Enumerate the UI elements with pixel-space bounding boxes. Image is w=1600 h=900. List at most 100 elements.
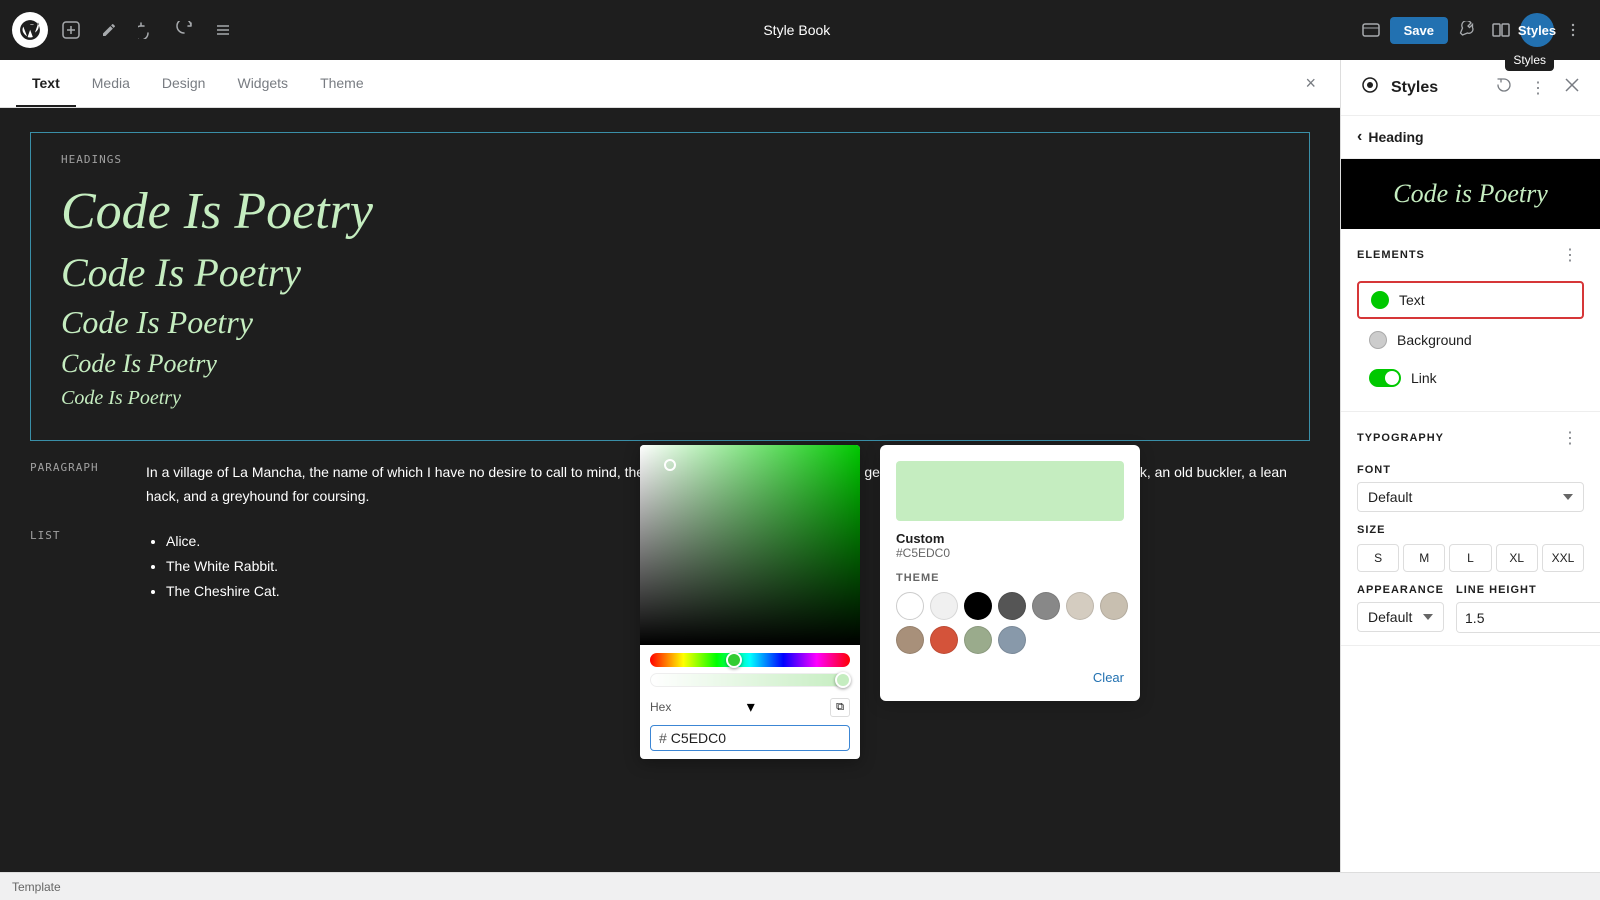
typography-more-button[interactable]: ⋮ <box>1556 424 1584 452</box>
color-gradient[interactable] <box>640 445 860 645</box>
tools-button[interactable] <box>1452 15 1482 45</box>
tab-close-button[interactable]: × <box>1297 69 1324 98</box>
list-item-1: Alice. <box>166 529 280 554</box>
list-items: Alice. The White Rabbit. The Cheshire Ca… <box>146 529 280 605</box>
main-area: Text Media Design Widgets Theme × HEADIN… <box>0 60 1600 872</box>
editor-area: Text Media Design Widgets Theme × HEADIN… <box>0 60 1340 872</box>
styles-preview-button[interactable] <box>1357 72 1383 103</box>
link-element-item[interactable]: Link <box>1357 361 1584 395</box>
tab-theme[interactable]: Theme <box>304 60 380 107</box>
back-label: Heading <box>1368 129 1423 145</box>
size-xl-button[interactable]: XL <box>1496 544 1538 572</box>
background-element-label: Background <box>1397 332 1572 348</box>
heading-preview: Code is Poetry <box>1341 159 1600 229</box>
list-view-button[interactable] <box>208 15 238 45</box>
swatch-warm-gray[interactable] <box>1100 592 1128 620</box>
panel-header: Styles ⋮ <box>1341 60 1600 116</box>
elements-section-title: ELEMENTS <box>1357 249 1425 261</box>
alpha-slider[interactable] <box>650 673 850 687</box>
picker-format-row: Hex ▾ ⧉ <box>650 693 850 721</box>
swatch-light-tan[interactable] <box>1066 592 1094 620</box>
more-options-button[interactable] <box>1558 15 1588 45</box>
swatch-dark-gray[interactable] <box>998 592 1026 620</box>
size-s-button[interactable]: S <box>1357 544 1399 572</box>
elements-section: ELEMENTS ⋮ Text Background Link <box>1341 229 1600 412</box>
elements-section-header: ELEMENTS ⋮ <box>1357 241 1584 269</box>
topbar-right: Save Styles Styles <box>1356 13 1588 47</box>
line-height-field: LINE HEIGHT + − <box>1456 584 1600 633</box>
theme-clear-row: Clear <box>896 670 1124 685</box>
styles-button[interactable]: Styles <box>1520 13 1554 47</box>
theme-clear-button[interactable]: Clear <box>1093 670 1124 685</box>
appearance-select[interactable]: Default <box>1357 602 1444 632</box>
picker-format-label: Hex <box>650 700 671 714</box>
status-bar: Template <box>0 872 1600 900</box>
line-height-label: LINE HEIGHT <box>1456 584 1600 596</box>
panel-close-button[interactable] <box>1560 73 1584 102</box>
tab-media[interactable]: Media <box>76 60 146 107</box>
line-height-input[interactable] <box>1457 604 1600 632</box>
theme-preview-bar <box>896 461 1124 521</box>
link-element-label: Link <box>1411 370 1572 386</box>
edit-icon-button[interactable] <box>94 15 124 45</box>
headings-label: HEADINGS <box>61 153 1279 166</box>
tab-design[interactable]: Design <box>146 60 222 107</box>
heading-2: Code Is Poetry <box>61 249 1279 296</box>
save-button[interactable]: Save <box>1390 17 1448 44</box>
color-gradient-cursor <box>664 459 676 471</box>
tab-text[interactable]: Text <box>16 60 76 107</box>
size-m-button[interactable]: M <box>1403 544 1445 572</box>
swatch-red-orange[interactable] <box>930 626 958 654</box>
theme-section-title: THEME <box>896 572 1124 584</box>
layout-button[interactable] <box>1356 15 1386 45</box>
alpha-cursor <box>835 672 851 688</box>
swatch-light-gray[interactable] <box>930 592 958 620</box>
tab-widgets[interactable]: Widgets <box>221 60 304 107</box>
background-element-dot <box>1369 331 1387 349</box>
list-label: LIST <box>30 529 130 542</box>
tabs-bar: Text Media Design Widgets Theme × <box>0 60 1340 108</box>
swatch-white[interactable] <box>896 592 924 620</box>
swatch-sage[interactable] <box>964 626 992 654</box>
font-label: FONT <box>1357 464 1584 476</box>
heading-preview-text: Code is Poetry <box>1393 179 1548 209</box>
chevron-left-icon: ‹ <box>1357 128 1362 146</box>
size-l-button[interactable]: L <box>1449 544 1491 572</box>
hue-slider[interactable] <box>650 653 850 667</box>
background-element-item[interactable]: Background <box>1357 323 1584 357</box>
swatch-gray-blue[interactable] <box>998 626 1026 654</box>
hex-input-row[interactable]: # <box>650 725 850 751</box>
panel-more-button[interactable]: ⋮ <box>1524 74 1552 102</box>
size-buttons: S M L XL XXL <box>1357 544 1584 572</box>
elements-more-button[interactable]: ⋮ <box>1556 241 1584 269</box>
swatch-tan[interactable] <box>896 626 924 654</box>
text-element-dot <box>1371 291 1389 309</box>
picker-format-chevron: ▾ <box>747 697 755 717</box>
hex-input[interactable] <box>671 730 841 746</box>
size-field: SIZE S M L XL XXL <box>1357 524 1584 572</box>
font-select[interactable]: Default <box>1357 482 1584 512</box>
swatch-medium-gray[interactable] <box>1032 592 1060 620</box>
topbar: Style Book Save Styles Styles <box>0 0 1600 60</box>
text-element-item[interactable]: Text <box>1357 281 1584 319</box>
swatch-black[interactable] <box>964 592 992 620</box>
link-element-toggle[interactable] <box>1369 369 1401 387</box>
back-to-heading-button[interactable]: ‹ Heading <box>1341 116 1600 159</box>
theme-popup: Custom #C5EDC0 THEME Clear <box>880 445 1140 701</box>
size-label: SIZE <box>1357 524 1584 536</box>
swatches-grid <box>896 592 1124 654</box>
undo-button[interactable] <box>132 15 162 45</box>
picker-copy-button[interactable]: ⧉ <box>830 698 850 717</box>
list-item-3: The Cheshire Cat. <box>166 579 280 604</box>
heading-5: Code Is Poetry <box>61 387 1279 410</box>
hue-cursor <box>726 652 742 668</box>
wp-logo[interactable] <box>12 12 48 48</box>
view-button[interactable] <box>1486 15 1516 45</box>
add-block-button[interactable] <box>56 15 86 45</box>
paragraph-label: PARAGRAPH <box>30 461 130 474</box>
list-label-col: LIST <box>30 529 130 605</box>
panel-history-button[interactable] <box>1492 73 1516 102</box>
typography-section-title: Typography <box>1357 432 1444 444</box>
size-xxl-button[interactable]: XXL <box>1542 544 1584 572</box>
redo-button[interactable] <box>170 15 200 45</box>
